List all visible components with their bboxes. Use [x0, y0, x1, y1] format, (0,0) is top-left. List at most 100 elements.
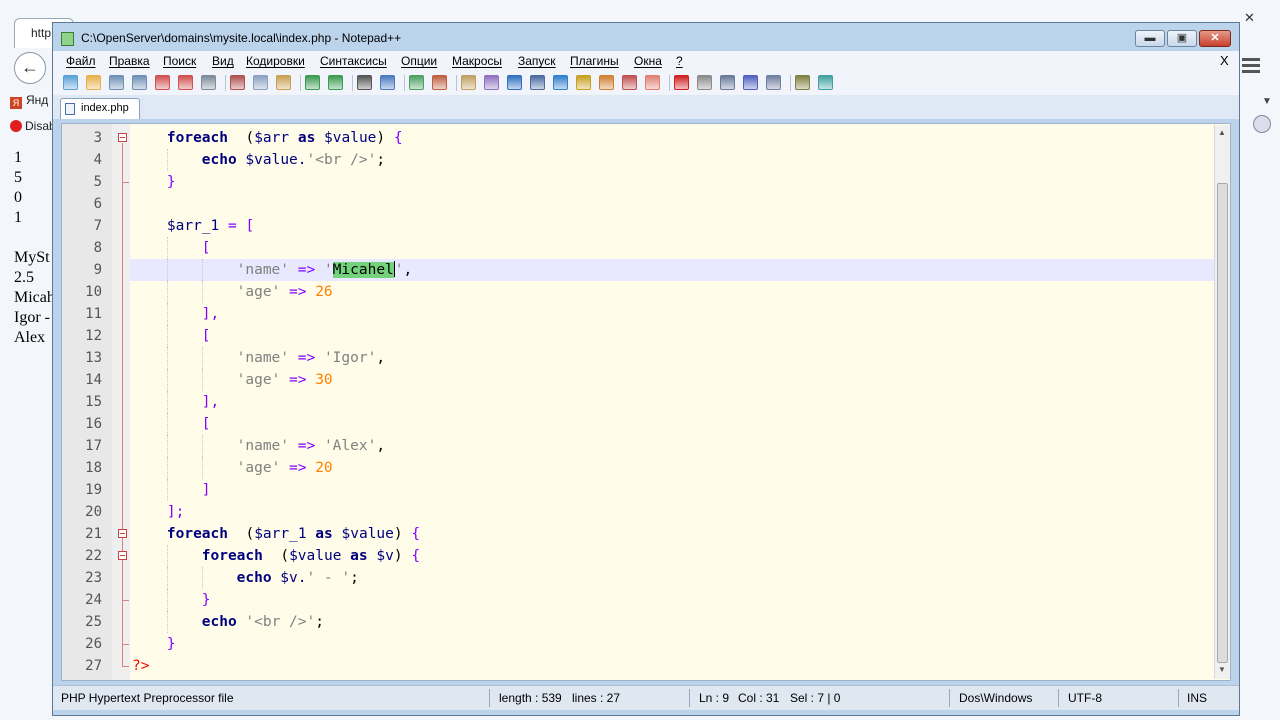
- menu-search[interactable]: Поиск: [163, 54, 196, 68]
- open-file-icon[interactable]: [86, 75, 101, 90]
- find-icon[interactable]: [357, 75, 372, 90]
- sync-vertical-icon[interactable]: [461, 75, 476, 90]
- code-token: as: [306, 526, 342, 542]
- show-all-chars-icon[interactable]: [530, 75, 545, 90]
- code-line[interactable]: foreach ($arr as $value) {: [130, 127, 1230, 149]
- scroll-down-icon[interactable]: ▼: [1218, 665, 1226, 674]
- code-line[interactable]: 'age' => 26: [130, 281, 1230, 303]
- close-document-icon[interactable]: X: [1220, 53, 1229, 68]
- tab-index-php[interactable]: index.php: [60, 98, 140, 119]
- code-token: = [: [219, 218, 255, 234]
- fold-margin[interactable]: [112, 124, 130, 680]
- menu-plugins[interactable]: Плагины: [570, 54, 619, 68]
- copy-icon[interactable]: [253, 75, 268, 90]
- abc-check-icon[interactable]: [818, 75, 833, 90]
- code-line[interactable]: [: [130, 413, 1230, 435]
- menu-run[interactable]: Запуск: [518, 54, 556, 68]
- browser-close-icon[interactable]: ✕: [1244, 10, 1255, 26]
- minimize-button[interactable]: ▬: [1135, 30, 1165, 47]
- bookmark-disable[interactable]: Disab: [10, 119, 56, 133]
- stop-macro-icon[interactable]: [697, 75, 712, 90]
- page-line: 0: [14, 189, 22, 206]
- fold-toggle-icon[interactable]: [118, 529, 127, 538]
- code-line[interactable]: ?>: [130, 655, 1230, 677]
- code-token: {: [411, 548, 421, 564]
- sync-horizontal-icon[interactable]: [484, 75, 499, 90]
- menu-encoding[interactable]: Кодировки: [246, 54, 305, 68]
- maximize-button[interactable]: ▣: [1167, 30, 1197, 47]
- close-all-icon[interactable]: [178, 75, 193, 90]
- menu-settings[interactable]: Опции: [401, 54, 437, 68]
- code-line[interactable]: }: [130, 589, 1230, 611]
- extension-icon[interactable]: [1253, 115, 1271, 133]
- code-line[interactable]: foreach ($arr_1 as $value) {: [130, 523, 1230, 545]
- menu-language[interactable]: Синтаксисы: [320, 54, 387, 68]
- function-list-icon[interactable]: [622, 75, 637, 90]
- scroll-up-icon[interactable]: ▲: [1218, 128, 1226, 137]
- save-icon[interactable]: [109, 75, 124, 90]
- print-icon[interactable]: [201, 75, 216, 90]
- run-macro-multiple-icon[interactable]: [743, 75, 758, 90]
- new-file-icon[interactable]: [63, 75, 78, 90]
- undo-icon[interactable]: [305, 75, 320, 90]
- replace-icon[interactable]: [380, 75, 395, 90]
- code-line[interactable]: echo '<br />';: [130, 611, 1230, 633]
- code-token: ,: [376, 350, 386, 366]
- code-token: (: [227, 130, 255, 146]
- code-editor[interactable]: foreach ($arr as $value) {echo $value.'<…: [61, 123, 1231, 681]
- code-line[interactable]: $arr_1 = [: [130, 215, 1230, 237]
- code-line[interactable]: ],: [130, 391, 1230, 413]
- save-macro-icon[interactable]: [766, 75, 781, 90]
- zoom-in-icon[interactable]: [409, 75, 424, 90]
- fold-toggle-icon[interactable]: [118, 551, 127, 560]
- code-line[interactable]: ],: [130, 303, 1230, 325]
- hamburger-menu-icon[interactable]: [1242, 58, 1260, 76]
- scrollbar-thumb[interactable]: [1217, 183, 1228, 663]
- word-wrap-icon[interactable]: [507, 75, 522, 90]
- redo-icon[interactable]: [328, 75, 343, 90]
- code-line[interactable]: 'name' => 'Alex',: [130, 435, 1230, 457]
- code-line[interactable]: foreach ($value as $v) {: [130, 545, 1230, 567]
- menu-window[interactable]: Окна: [634, 54, 662, 68]
- back-button[interactable]: ←: [14, 52, 46, 84]
- vertical-scrollbar[interactable]: ▲ ▼: [1214, 125, 1230, 679]
- folder-workspace-icon[interactable]: [645, 75, 660, 90]
- menu-help[interactable]: ?: [676, 54, 683, 68]
- record-macro-icon[interactable]: [674, 75, 689, 90]
- menu-view[interactable]: Вид: [212, 54, 234, 68]
- code-line[interactable]: }: [130, 171, 1230, 193]
- menu-file[interactable]: Файл: [66, 54, 96, 68]
- code-line[interactable]: [: [130, 237, 1230, 259]
- cut-icon[interactable]: [230, 75, 245, 90]
- close-button[interactable]: ✕: [1199, 30, 1231, 47]
- code-line[interactable]: 'name' => 'Igor',: [130, 347, 1230, 369]
- spellcheck-icon[interactable]: [795, 75, 810, 90]
- code-area[interactable]: foreach ($arr as $value) {echo $value.'<…: [130, 124, 1230, 680]
- menu-edit[interactable]: Правка: [109, 54, 150, 68]
- play-macro-icon[interactable]: [720, 75, 735, 90]
- code-line[interactable]: echo $v.' - ';: [130, 567, 1230, 589]
- code-line[interactable]: [130, 193, 1230, 215]
- code-line[interactable]: ];: [130, 501, 1230, 523]
- code-line[interactable]: 'age' => 30: [130, 369, 1230, 391]
- indent-guide-icon[interactable]: [553, 75, 568, 90]
- zoom-out-icon[interactable]: [432, 75, 447, 90]
- code-line[interactable]: }: [130, 633, 1230, 655]
- title-bar[interactable]: C:\OpenServer\domains\mysite.local\index…: [53, 23, 1239, 53]
- bookmark-yandex[interactable]: Я Янд: [10, 93, 48, 109]
- save-all-icon[interactable]: [132, 75, 147, 90]
- fold-toggle-icon[interactable]: [118, 133, 127, 142]
- current-code-line[interactable]: 'name' => 'Micahel',: [130, 259, 1230, 281]
- menu-macro[interactable]: Макросы: [452, 54, 502, 68]
- user-lang-icon[interactable]: [576, 75, 591, 90]
- code-line[interactable]: 'age' => 20: [130, 457, 1230, 479]
- code-line[interactable]: ]: [130, 479, 1230, 501]
- doc-map-icon[interactable]: [599, 75, 614, 90]
- paste-icon[interactable]: [276, 75, 291, 90]
- code-line[interactable]: [: [130, 325, 1230, 347]
- chevron-down-icon[interactable]: ▼: [1262, 96, 1272, 107]
- code-line[interactable]: echo $value.'<br />';: [130, 149, 1230, 171]
- close-icon[interactable]: [155, 75, 170, 90]
- tab-label: index.php: [81, 102, 129, 114]
- code-token: 20: [315, 460, 333, 476]
